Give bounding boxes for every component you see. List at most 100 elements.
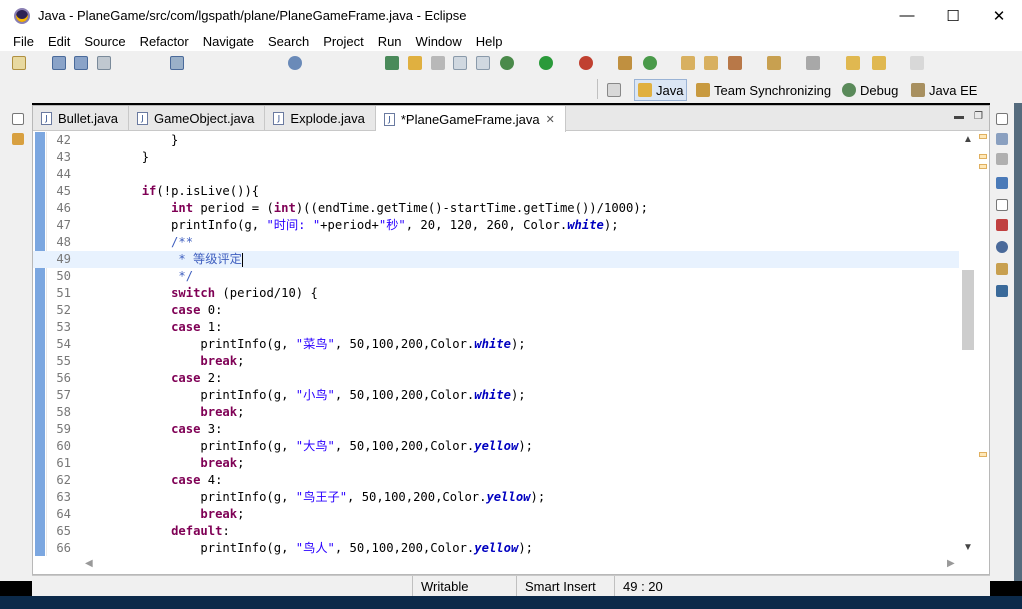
minimize-button[interactable]: — — [884, 0, 930, 31]
maximize-button[interactable]: ☐ — [930, 0, 976, 31]
tab-explode-java[interactable]: J Explode.java — [265, 106, 376, 131]
forward-arrow-icon[interactable] — [910, 56, 924, 70]
block-select-icon[interactable] — [453, 56, 467, 70]
annotation-marker[interactable] — [979, 154, 987, 159]
annotation-marker[interactable] — [979, 452, 987, 457]
debug-icon[interactable] — [500, 56, 514, 70]
external-tools-icon[interactable] — [579, 56, 593, 70]
code-line[interactable]: 66 printInfo(g, "鸟人", 50,100,200,Color.y… — [33, 540, 959, 556]
code-line[interactable]: 62 case 4: — [33, 472, 959, 489]
code-line[interactable]: 45 if(!p.isLive()){ — [33, 183, 959, 200]
code-line[interactable]: 55 break; — [33, 353, 959, 370]
restore-icon[interactable] — [12, 113, 24, 125]
open-type-icon[interactable] — [681, 56, 695, 70]
restore-icon[interactable] — [996, 113, 1008, 125]
pin-icon[interactable] — [288, 56, 302, 70]
code-line[interactable]: 61 break; — [33, 455, 959, 472]
menu-window[interactable]: Window — [409, 34, 469, 49]
vertical-scrollbar[interactable]: ▲ ▼ — [959, 132, 977, 556]
line-code: printInfo(g, "鸟王子", 50,100,200,Color.yel… — [83, 490, 546, 504]
scroll-thumb[interactable] — [962, 270, 974, 350]
toggle-mark-icon[interactable] — [431, 56, 445, 70]
perspective-team-synchronizing[interactable]: Team Synchronizing — [693, 79, 834, 101]
code-line[interactable]: 46 int period = (int)((endTime.getTime()… — [33, 200, 959, 217]
code-line[interactable]: 56 case 2: — [33, 370, 959, 387]
tab-bullet-java[interactable]: J Bullet.java — [33, 106, 129, 131]
problems-icon[interactable] — [996, 219, 1008, 231]
code-line[interactable]: 54 printInfo(g, "菜鸟", 50,100,200,Color.w… — [33, 336, 959, 353]
menu-refactor[interactable]: Refactor — [133, 34, 196, 49]
scroll-up-icon[interactable]: ▲ — [963, 134, 973, 145]
outline-icon[interactable] — [996, 153, 1008, 165]
tab-close-icon[interactable]: ✕ — [546, 113, 555, 126]
scroll-right-icon[interactable]: ▶ — [947, 558, 955, 569]
code-line[interactable]: 50 */ — [33, 268, 959, 285]
code-line[interactable]: 51 switch (period/10) { — [33, 285, 959, 302]
save-icon[interactable] — [52, 56, 66, 70]
new-icon[interactable] — [12, 56, 26, 70]
code-line[interactable]: 49 * 等级评定 — [33, 251, 959, 268]
restore-icon[interactable] — [996, 199, 1008, 211]
maximize-editor-icon[interactable]: ❐ — [974, 111, 983, 122]
menu-navigate[interactable]: Navigate — [196, 34, 261, 49]
code-line[interactable]: 60 printInfo(g, "大鸟", 50,100,200,Color.y… — [33, 438, 959, 455]
menu-project[interactable]: Project — [316, 34, 370, 49]
code-line[interactable]: 57 printInfo(g, "小鸟", 50,100,200,Color.w… — [33, 387, 959, 404]
title-bar: Java - PlaneGame/src/com/lgspath/plane/P… — [0, 0, 1022, 31]
highlight-icon[interactable] — [408, 56, 422, 70]
next-annotation-icon[interactable] — [767, 56, 781, 70]
new-java-project-icon[interactable] — [618, 56, 632, 70]
hierarchy-icon[interactable] — [996, 177, 1008, 189]
code-line[interactable]: 42 } — [33, 132, 959, 149]
perspective-java[interactable]: Java — [634, 79, 688, 101]
new-class-icon[interactable] — [643, 56, 657, 70]
code-line[interactable]: 58 break; — [33, 404, 959, 421]
code-line[interactable]: 52 case 0: — [33, 302, 959, 319]
code-editor[interactable]: 42 } 43 } 44 45 if(!p.isLive()){46 int peri… — [33, 132, 959, 556]
menu-search[interactable]: Search — [261, 34, 316, 49]
code-line[interactable]: 63 printInfo(g, "鸟王子", 50,100,200,Color.… — [33, 489, 959, 506]
print-icon[interactable] — [97, 56, 111, 70]
scroll-left-icon[interactable]: ◀ — [85, 558, 93, 569]
javadoc-icon[interactable] — [996, 241, 1008, 253]
code-line[interactable]: 48 /** — [33, 234, 959, 251]
horizontal-scrollbar[interactable]: ◀ ▶ — [81, 556, 959, 574]
open-task-icon[interactable] — [704, 56, 718, 70]
menu-file[interactable]: File — [0, 34, 41, 49]
open-perspective-icon[interactable] — [607, 83, 621, 97]
search-icon[interactable] — [728, 56, 742, 70]
line-number: 44 — [56, 167, 71, 181]
code-line[interactable]: 43 } — [33, 149, 959, 166]
menu-edit[interactable]: Edit — [41, 34, 77, 49]
annotation-marker[interactable] — [979, 164, 987, 169]
scroll-down-icon[interactable]: ▼ — [963, 542, 973, 553]
code-line[interactable]: 47 printInfo(g, "时间: "+period+"秒", 20, 1… — [33, 217, 959, 234]
code-line[interactable]: 64 break; — [33, 506, 959, 523]
back-arrow-icon[interactable] — [872, 56, 886, 70]
last-edit-icon[interactable] — [806, 56, 820, 70]
debug-search-icon[interactable] — [385, 56, 399, 70]
code-line[interactable]: 59 case 3: — [33, 421, 959, 438]
menu-help[interactable]: Help — [469, 34, 510, 49]
back-icon[interactable] — [846, 56, 860, 70]
tab-planegameframe-java[interactable]: J *PlaneGameFrame.java ✕ — [375, 106, 566, 132]
package-explorer-icon[interactable] — [12, 133, 24, 145]
task-list-icon[interactable] — [996, 133, 1008, 145]
console-icon[interactable] — [996, 285, 1008, 297]
open-console-icon[interactable] — [170, 56, 184, 70]
menu-run[interactable]: Run — [371, 34, 409, 49]
run-icon[interactable] — [539, 56, 553, 70]
declaration-icon[interactable] — [996, 263, 1008, 275]
perspective-debug[interactable]: Debug — [839, 79, 901, 101]
save-all-icon[interactable] — [74, 56, 88, 70]
whitespace-icon[interactable] — [476, 56, 490, 70]
perspective-java-ee[interactable]: Java EE — [908, 79, 980, 101]
code-line[interactable]: 44 — [33, 166, 959, 183]
menu-source[interactable]: Source — [77, 34, 132, 49]
tab-gameobject-java[interactable]: J GameObject.java — [129, 106, 266, 131]
code-line[interactable]: 53 case 1: — [33, 319, 959, 336]
minimize-editor-icon[interactable]: ▬ — [954, 111, 964, 122]
code-line[interactable]: 65 default: — [33, 523, 959, 540]
annotation-marker[interactable] — [979, 134, 987, 139]
close-button[interactable]: ✕ — [976, 0, 1022, 31]
